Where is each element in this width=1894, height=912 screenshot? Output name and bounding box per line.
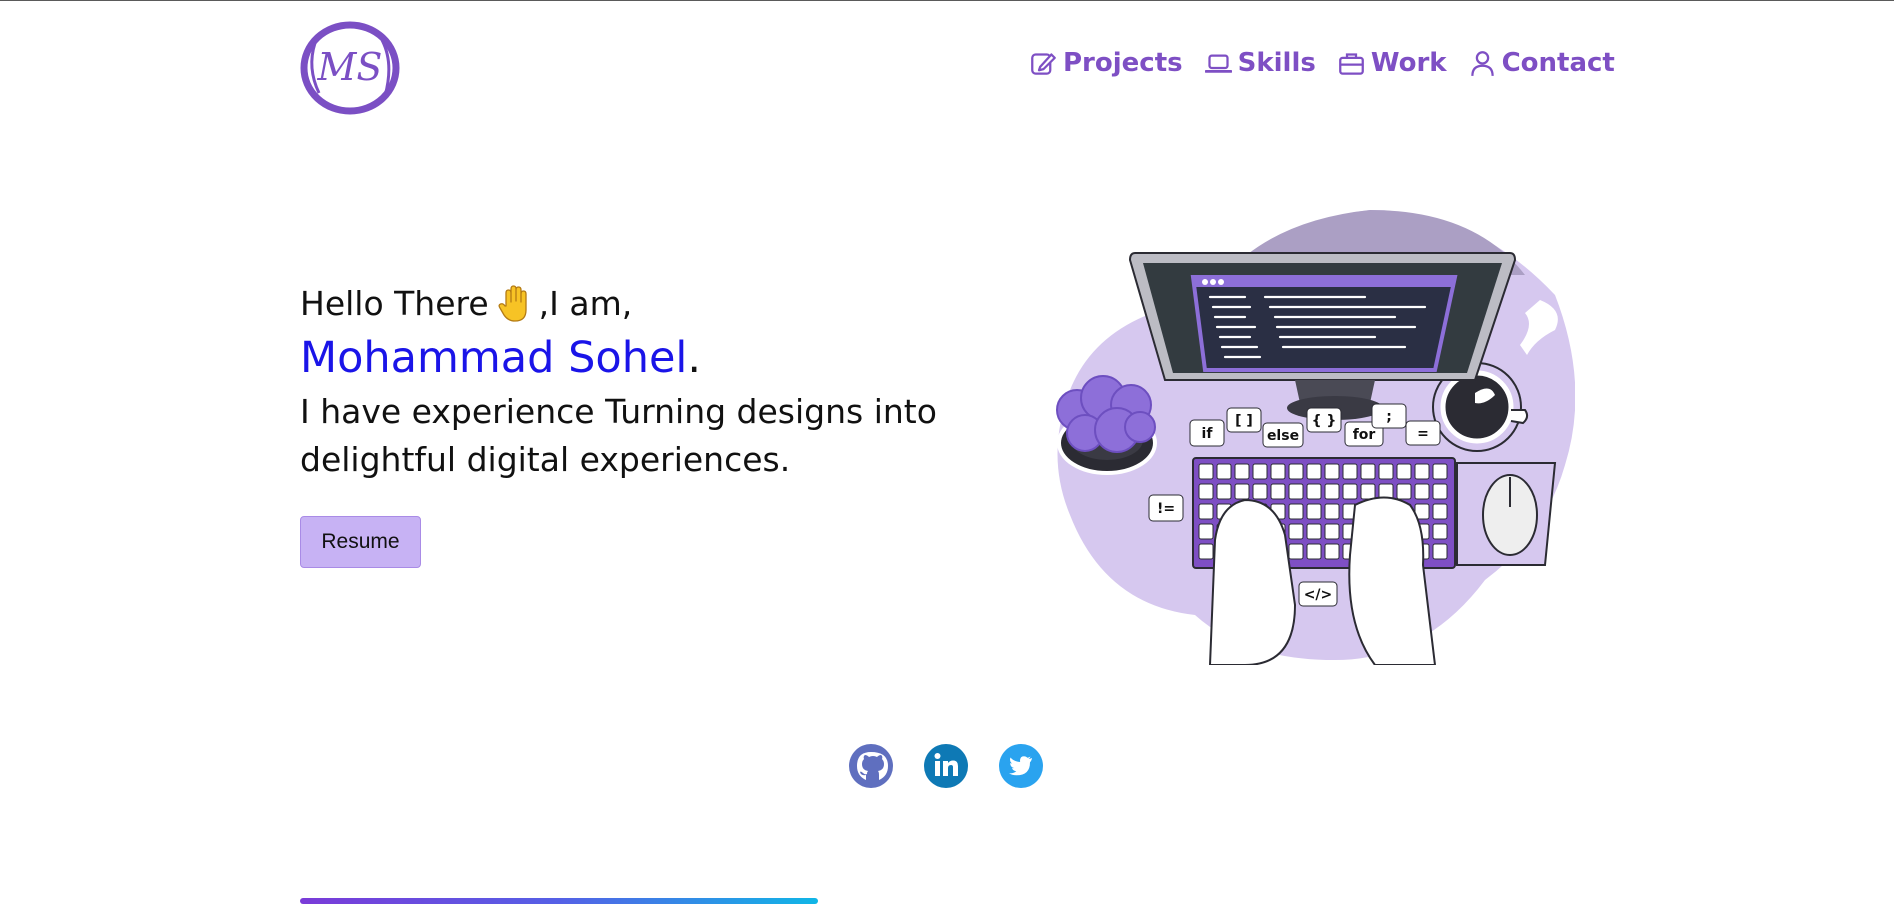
keyboard-key <box>1360 463 1376 480</box>
nav-skills[interactable]: Skills <box>1204 48 1316 78</box>
keyboard-key <box>1396 463 1412 480</box>
twitter-icon[interactable] <box>999 744 1043 788</box>
github-icon[interactable] <box>849 744 893 788</box>
nav-projects-label: Projects <box>1063 48 1183 78</box>
keyboard-key <box>1324 523 1340 540</box>
keyboard-key <box>1288 483 1304 500</box>
briefcase-icon <box>1338 52 1364 75</box>
nav-projects[interactable]: Projects <box>1030 48 1183 78</box>
keyboard-key <box>1234 483 1250 500</box>
logo-ring: MS <box>300 21 400 115</box>
keyboard-key <box>1198 463 1214 480</box>
logo-text: MS <box>317 45 383 89</box>
keyboard-key <box>1432 503 1448 520</box>
scroll-progress-bar <box>300 898 818 904</box>
bubble-brackets: [ ] <box>1235 413 1253 429</box>
keyboard-key <box>1432 543 1448 560</box>
bubble-not-equal: != <box>1157 501 1175 517</box>
edit-icon <box>1031 52 1056 75</box>
bubble-tag: </> <box>1304 587 1333 603</box>
bubble-if: if <box>1202 426 1214 442</box>
keyboard-key <box>1270 483 1286 500</box>
name-text: Mohammad Sohel <box>300 333 688 383</box>
keyboard-key <box>1324 463 1340 480</box>
nav-contact[interactable]: Contact <box>1469 48 1615 78</box>
resume-button[interactable]: Resume <box>300 516 421 568</box>
keyboard-key <box>1198 483 1214 500</box>
nav-work-label: Work <box>1370 48 1447 78</box>
keyboard-key <box>1288 543 1304 560</box>
social-links <box>849 744 1043 788</box>
keyboard-key <box>1270 463 1286 480</box>
keyboard-key <box>1396 483 1412 500</box>
keyboard-key <box>1234 463 1250 480</box>
keyboard-key <box>1306 463 1322 480</box>
name-dot: . <box>687 333 702 383</box>
keyboard-key <box>1432 463 1448 480</box>
keyboard-key <box>1198 523 1214 540</box>
linkedin-icon[interactable] <box>924 744 968 788</box>
keyboard-key <box>1216 463 1232 480</box>
keyboard-key <box>1198 543 1214 560</box>
hero-name: Mohammad Sohel. <box>300 328 940 388</box>
keyboard-key <box>1432 483 1448 500</box>
keyboard-key <box>1378 463 1394 480</box>
keyboard-key <box>1432 523 1448 540</box>
keyboard-key <box>1306 523 1322 540</box>
keyboard-key <box>1342 463 1358 480</box>
keyboard-key <box>1288 503 1304 520</box>
top-border <box>0 0 1894 1</box>
greeting-suffix: ,I am, <box>538 284 633 323</box>
bubble-semicolon: ; <box>1386 409 1392 425</box>
keyboard-key <box>1306 543 1322 560</box>
keyboard-key <box>1324 483 1340 500</box>
keyboard-key <box>1414 463 1430 480</box>
logo[interactable]: MS <box>297 18 403 116</box>
hero-section: Hello There ,I am, Mohammad Sohel. I hav… <box>300 280 940 484</box>
bubble-equals: = <box>1417 426 1429 442</box>
keyboard-key <box>1288 463 1304 480</box>
bubble-for: for <box>1353 427 1376 443</box>
nav-contact-label: Contact <box>1501 48 1615 78</box>
keyboard-key <box>1198 503 1214 520</box>
hero-description: I have experience Turning designs into d… <box>300 392 937 479</box>
keyboard-key <box>1216 483 1232 500</box>
greeting-text: Hello There <box>300 284 489 323</box>
keyboard-key <box>1306 503 1322 520</box>
keyboard-key <box>1288 523 1304 540</box>
nav-work[interactable]: Work <box>1338 48 1447 78</box>
keyboard-key <box>1324 543 1340 560</box>
laptop-icon <box>1204 54 1232 73</box>
keyboard-key <box>1414 483 1430 500</box>
keyboard-key <box>1252 483 1268 500</box>
greeting: Hello There ,I am, <box>300 280 940 328</box>
main-nav: Projects Skills Work Contact <box>1030 48 1615 78</box>
bubble-braces: { } <box>1312 413 1337 429</box>
developer-illustration: if [ ] else { } for ; = != </> <box>1056 210 1576 666</box>
raised-hand-icon <box>498 285 527 322</box>
keyboard-key <box>1306 483 1322 500</box>
keyboard-key <box>1360 483 1376 500</box>
bubble-else: else <box>1267 428 1299 444</box>
hero-illustration: if [ ] else { } for ; = != </> <box>1045 205 1576 666</box>
nav-skills-label: Skills <box>1237 48 1316 78</box>
keyboard-key <box>1342 483 1358 500</box>
user-icon <box>1470 50 1494 76</box>
keyboard-key <box>1324 503 1340 520</box>
keyboard-key <box>1252 463 1268 480</box>
